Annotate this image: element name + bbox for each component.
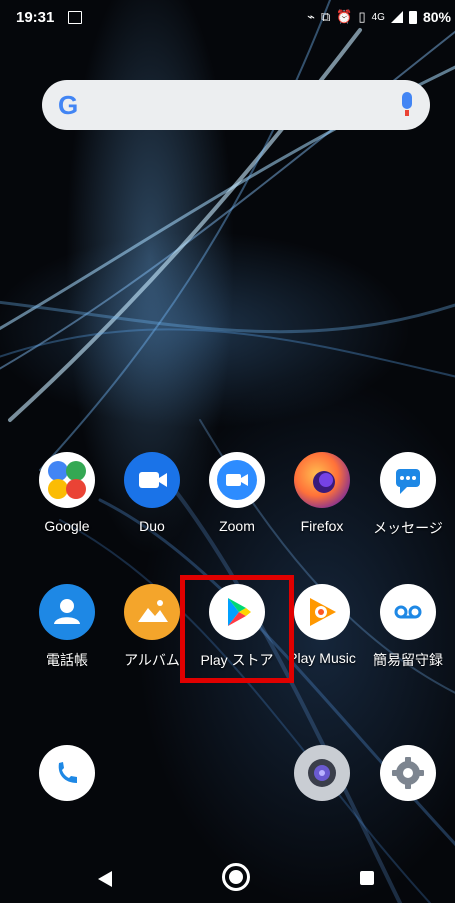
google-folder-icon xyxy=(39,452,95,508)
dock-settings[interactable] xyxy=(366,745,450,801)
highlight-box xyxy=(180,575,294,683)
app-messages[interactable]: メッセージ xyxy=(366,452,450,538)
app-label: 電話帳 xyxy=(46,652,88,668)
message-bubble-icon xyxy=(380,452,436,508)
network-label: 4G xyxy=(371,11,385,23)
alarm-icon: ⏰ xyxy=(336,9,353,24)
play-music-icon xyxy=(294,584,350,640)
voicemail-icon xyxy=(380,584,436,640)
contacts-icon xyxy=(39,584,95,640)
vibrate-icon: ▯ xyxy=(358,9,366,24)
google-search-bar[interactable]: G xyxy=(42,80,430,130)
back-button[interactable] xyxy=(98,871,112,887)
app-label: メッセージ xyxy=(373,520,443,536)
home-button[interactable] xyxy=(222,863,250,891)
image-notification-icon xyxy=(68,11,82,24)
app-phonebook[interactable]: 電話帳 xyxy=(25,584,109,670)
status-time: 19:31 xyxy=(16,9,55,26)
microphone-icon[interactable] xyxy=(402,92,412,116)
app-voicemail[interactable]: 簡易留守録 xyxy=(366,584,450,670)
battery-level: 80% xyxy=(422,9,451,25)
app-label: Duo xyxy=(139,518,165,534)
status-bar: 19:31 ⌁ ⧉ ⏰ ▯ 4G 80% xyxy=(0,0,455,34)
app-label: Firefox xyxy=(300,518,344,534)
phone-call-icon xyxy=(39,745,95,801)
app-google[interactable]: Google xyxy=(25,452,109,534)
app-duo[interactable]: Duo xyxy=(110,452,194,534)
duo-camera-icon xyxy=(124,452,180,508)
dock-phone[interactable] xyxy=(25,745,109,801)
recent-apps-button[interactable] xyxy=(360,871,374,885)
dock-camera[interactable] xyxy=(280,745,364,801)
glasses-icon: ⧉ xyxy=(320,9,331,24)
zoom-camera-icon xyxy=(209,452,265,508)
battery-icon xyxy=(408,10,417,24)
navigation-bar xyxy=(0,853,455,903)
app-zoom[interactable]: Zoom xyxy=(195,452,279,534)
camera-icon xyxy=(294,745,350,801)
home-screen: 19:31 ⌁ ⧉ ⏰ ▯ 4G 80% G Google Duo Zoom F… xyxy=(0,0,455,903)
signal-icon xyxy=(390,11,403,23)
gear-icon xyxy=(380,745,436,801)
firefox-icon xyxy=(294,452,350,508)
status-icons: ⌁ ⧉ ⏰ ▯ 4G 80% xyxy=(307,9,451,25)
google-logo-icon: G xyxy=(58,90,79,120)
app-label: Google xyxy=(44,518,90,534)
album-photo-icon xyxy=(124,584,180,640)
app-label: Zoom xyxy=(219,518,255,534)
nfc-icon: ⌁ xyxy=(307,9,315,24)
app-firefox[interactable]: Firefox xyxy=(280,452,364,534)
app-label: 簡易留守録 xyxy=(373,652,443,668)
